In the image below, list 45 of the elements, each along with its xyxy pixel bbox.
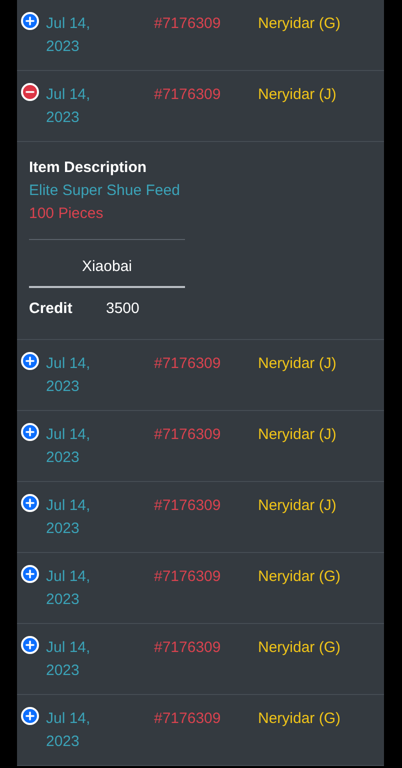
order-date: Jul 14, 2023 — [46, 709, 92, 752]
order-date: Jul 14, 2023 — [46, 496, 92, 539]
order-number: #7176309 — [154, 425, 222, 445]
expand-button[interactable] — [21, 494, 39, 512]
order-date: Jul 14, 2023 — [46, 638, 92, 681]
plus-icon — [25, 569, 35, 579]
expand-button[interactable] — [21, 565, 39, 583]
order-number: #7176309 — [154, 709, 222, 729]
plus-icon — [25, 498, 35, 508]
plus-icon — [25, 427, 35, 437]
customer-name: Neryidar (G) — [258, 638, 341, 658]
order-number: #7176309 — [154, 496, 222, 516]
description-heading: Item Description — [29, 158, 148, 178]
order-date: Jul 14, 2023 — [46, 567, 92, 610]
plus-icon — [25, 356, 35, 366]
item-quantity: 100 Pieces — [29, 204, 104, 224]
order-number: #7176309 — [154, 14, 222, 34]
credit-value: 3500 — [106, 299, 140, 319]
order-number: #7176309 — [154, 567, 222, 587]
customer-name: Neryidar (J) — [258, 425, 336, 445]
order-number: #7176309 — [154, 354, 222, 374]
order-date: Jul 14, 2023 — [46, 425, 92, 468]
plus-icon — [25, 711, 35, 721]
collapse-button[interactable] — [21, 83, 39, 101]
name-field[interactable]: Xiaobai — [29, 248, 185, 288]
plus-icon — [25, 640, 35, 650]
expand-button[interactable] — [21, 12, 39, 30]
expand-button[interactable] — [21, 636, 39, 654]
plus-icon — [25, 16, 35, 26]
order-number: #7176309 — [154, 638, 222, 658]
order-date: Jul 14, 2023 — [46, 85, 92, 128]
customer-name: Neryidar (J) — [258, 496, 336, 516]
expand-button[interactable] — [21, 707, 39, 725]
customer-name: Neryidar (G) — [258, 14, 341, 34]
order-date: Jul 14, 2023 — [46, 14, 92, 57]
order-date: Jul 14, 2023 — [46, 354, 92, 397]
customer-name: Neryidar (G) — [258, 567, 341, 587]
expand-button[interactable] — [21, 423, 39, 441]
order-number: #7176309 — [154, 85, 222, 105]
item-name: Elite Super Shue Feed — [29, 181, 181, 201]
customer-name: Neryidar (G) — [258, 709, 341, 729]
customer-name: Neryidar (J) — [258, 85, 336, 105]
expand-button[interactable] — [21, 352, 39, 370]
customer-name: Neryidar (J) — [258, 354, 336, 374]
credit-label: Credit — [29, 299, 74, 319]
